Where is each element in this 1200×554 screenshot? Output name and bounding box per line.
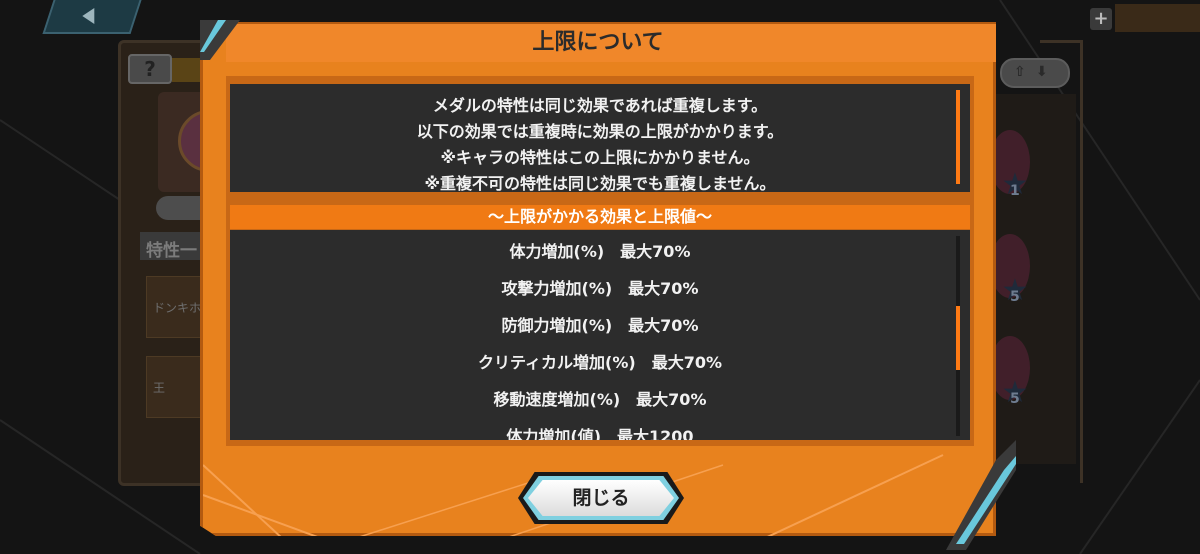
description-line: 以下の効果では重複時に効果の上限がかかります。	[416, 122, 784, 141]
back-arrow-icon	[82, 8, 95, 24]
limits-list[interactable]: 体力増加(%) 最大70% 攻撃力増加(%) 最大70% 防御力増加(%) 最大…	[230, 230, 970, 440]
limit-row: 攻撃力増加(%) 最大70%	[501, 279, 699, 298]
limits-header: 〜上限がかかる効果と上限値〜	[230, 205, 970, 229]
limit-row: 体力増加(%) 最大70%	[509, 242, 691, 261]
limit-row: クリティカル増加(%) 最大70%	[478, 353, 722, 372]
close-button-label: 閉じる	[528, 480, 674, 516]
dialog-title: 上限について	[532, 30, 664, 55]
close-button[interactable]: 閉じる	[518, 472, 684, 524]
star-level: 1	[1010, 183, 1020, 199]
star-icon: ★ 5	[1000, 276, 1030, 306]
help-button[interactable]: ?	[128, 54, 172, 84]
description-scrollbar[interactable]	[956, 90, 960, 184]
trait-item-label: 王	[153, 381, 166, 395]
limit-row: 防御力増加(%) 最大70%	[501, 316, 699, 335]
limit-row: 移動速度増加(%) 最大70%	[493, 390, 707, 409]
description-line: メダルの特性は同じ効果であれば重複します。	[432, 96, 768, 115]
add-currency-button[interactable]: +	[1090, 8, 1112, 30]
dialog-corner-decoration	[946, 440, 1016, 550]
list-frame	[1040, 40, 1083, 483]
description-panel: メダルの特性は同じ効果であれば重複します。 以下の効果では重複時に効果の上限がか…	[230, 84, 970, 193]
star-icon: ★ 1	[1000, 170, 1030, 200]
trait-list-header-label: 特性一	[146, 241, 197, 261]
description-line: ※重複不可の特性は同じ効果でも重複しません。	[424, 174, 776, 193]
star-level: 5	[1010, 391, 1020, 407]
currency-bar	[1115, 4, 1200, 32]
sort-up-icon: ⇧	[1014, 64, 1026, 80]
star-icon: ★ 5	[1000, 378, 1030, 408]
limits-scrollbar-thumb[interactable]	[956, 306, 960, 370]
back-button[interactable]	[42, 0, 142, 34]
description-line: ※キャラの特性はこの上限にかかりません。	[440, 148, 760, 167]
limit-row: 体力増加(値) 最大1200	[506, 427, 694, 440]
star-level: 5	[1010, 289, 1020, 305]
